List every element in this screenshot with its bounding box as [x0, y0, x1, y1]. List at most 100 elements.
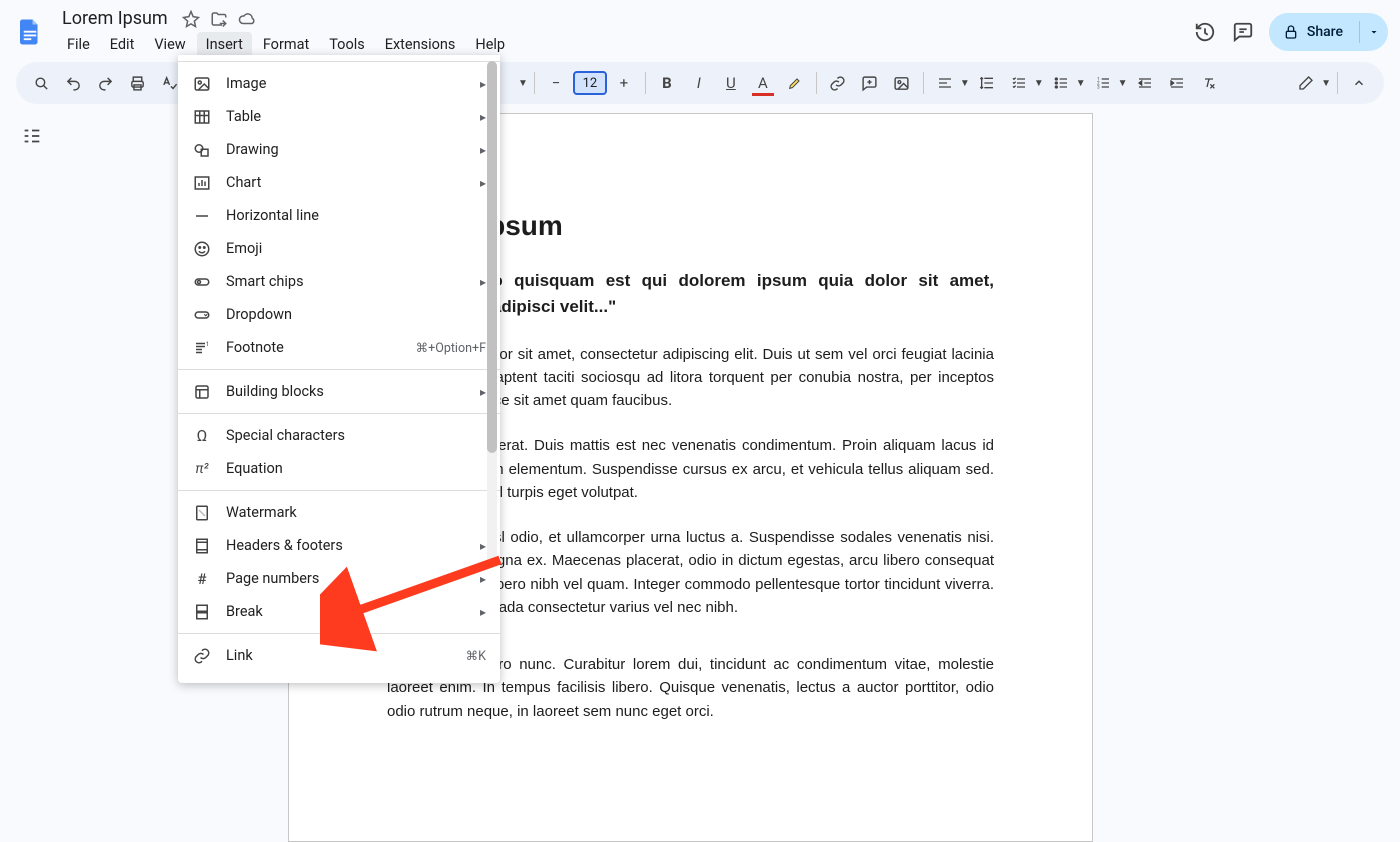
- font-size-decrease-button[interactable]: −: [541, 68, 571, 98]
- increase-indent-button[interactable]: [1162, 68, 1192, 98]
- lock-icon: [1283, 24, 1299, 40]
- separator: [645, 72, 646, 94]
- insert-link-button[interactable]: [823, 68, 853, 98]
- watermark-icon: [192, 503, 212, 523]
- insert-footnote-item[interactable]: 1 Footnote ⌘+Option+F: [178, 331, 500, 364]
- numbered-list-button[interactable]: 123: [1088, 68, 1118, 98]
- share-label: Share: [1307, 24, 1343, 40]
- share-button[interactable]: Share: [1269, 13, 1359, 51]
- separator: [1337, 72, 1338, 94]
- drawing-icon: [192, 140, 212, 160]
- chart-icon: [192, 173, 212, 193]
- caret-down-icon: [1368, 26, 1380, 38]
- print-button[interactable]: [122, 68, 152, 98]
- svg-text:1: 1: [206, 340, 209, 347]
- insert-equation-item[interactable]: π² Equation: [178, 452, 500, 485]
- equation-icon: π²: [192, 459, 212, 479]
- omega-icon: Ω: [192, 426, 212, 446]
- dropdown-scrollbar[interactable]: [487, 61, 497, 563]
- bulleted-list-button[interactable]: [1046, 68, 1076, 98]
- italic-button[interactable]: I: [684, 68, 714, 98]
- add-comment-button[interactable]: [855, 68, 885, 98]
- chevron-right-icon: ▸: [480, 385, 486, 399]
- insert-horizontal-line-item[interactable]: Horizontal line: [178, 199, 500, 232]
- image-icon: [192, 74, 212, 94]
- footnote-icon: 1: [192, 338, 212, 358]
- history-icon[interactable]: [1193, 20, 1217, 44]
- menu-insert[interactable]: Insert: [197, 32, 252, 57]
- caret-down-icon: ▼: [518, 78, 528, 89]
- menu-bar: File Edit View Insert Format Tools Exten…: [58, 32, 1193, 57]
- menu-format[interactable]: Format: [254, 32, 318, 57]
- undo-button[interactable]: [58, 68, 88, 98]
- menu-help[interactable]: Help: [466, 32, 514, 57]
- chevron-right-icon: ▸: [480, 77, 486, 91]
- insert-menu-dropdown: Image▸ Table▸ Drawing▸ Chart▸ Horizontal…: [178, 55, 500, 683]
- share-dropdown-button[interactable]: [1360, 13, 1388, 51]
- link-icon: [192, 646, 212, 666]
- chevron-right-icon: ▸: [480, 539, 486, 553]
- font-size-input[interactable]: 12: [573, 71, 607, 95]
- bold-button[interactable]: B: [652, 68, 682, 98]
- line-spacing-button[interactable]: [972, 68, 1002, 98]
- document-title[interactable]: Lorem Ipsum: [58, 7, 172, 30]
- menu-edit[interactable]: Edit: [101, 32, 144, 57]
- insert-image-item[interactable]: Image▸: [178, 67, 500, 100]
- insert-image-button[interactable]: [887, 68, 917, 98]
- table-icon: [192, 107, 212, 127]
- insert-watermark-item[interactable]: Watermark: [178, 496, 500, 529]
- break-icon: [192, 602, 212, 622]
- insert-table-item[interactable]: Table▸: [178, 100, 500, 133]
- menu-tools[interactable]: Tools: [320, 32, 374, 57]
- insert-emoji-item[interactable]: Emoji: [178, 232, 500, 265]
- chevron-right-icon: ▸: [480, 143, 486, 157]
- insert-chart-item[interactable]: Chart▸: [178, 166, 500, 199]
- chevron-right-icon: ▸: [480, 572, 486, 586]
- cloud-status-icon[interactable]: [238, 10, 256, 28]
- separator: [923, 72, 924, 94]
- font-size-increase-button[interactable]: +: [609, 68, 639, 98]
- emoji-icon: [192, 239, 212, 259]
- highlight-button[interactable]: [780, 68, 810, 98]
- align-button[interactable]: [930, 68, 960, 98]
- insert-building-blocks-item[interactable]: Building blocks▸: [178, 375, 500, 408]
- star-icon[interactable]: [182, 10, 200, 28]
- insert-drawing-item[interactable]: Drawing▸: [178, 133, 500, 166]
- menu-view[interactable]: View: [145, 32, 194, 57]
- insert-break-item[interactable]: Break▸: [178, 595, 500, 628]
- separator: [816, 72, 817, 94]
- insert-dropdown-item[interactable]: Dropdown: [178, 298, 500, 331]
- insert-link-item[interactable]: Link ⌘K: [178, 639, 500, 672]
- building-blocks-icon: [192, 382, 212, 402]
- page-numbers-icon: #: [192, 569, 212, 589]
- horizontal-line-icon: [192, 206, 212, 226]
- shortcut-label: ⌘+Option+F: [416, 340, 486, 356]
- insert-headers-footers-item[interactable]: Headers & footers▸: [178, 529, 500, 562]
- insert-special-characters-item[interactable]: Ω Special characters: [178, 419, 500, 452]
- smart-chips-icon: [192, 272, 212, 292]
- document-outline-button[interactable]: [18, 122, 46, 150]
- search-menus-button[interactable]: [26, 68, 56, 98]
- redo-button[interactable]: [90, 68, 120, 98]
- headers-footers-icon: [192, 536, 212, 556]
- clear-formatting-button[interactable]: [1194, 68, 1224, 98]
- separator: [534, 72, 535, 94]
- insert-page-numbers-item[interactable]: # Page numbers▸: [178, 562, 500, 595]
- insert-smart-chips-item[interactable]: Smart chips▸: [178, 265, 500, 298]
- move-icon[interactable]: [210, 10, 228, 28]
- collapse-toolbar-button[interactable]: [1344, 68, 1374, 98]
- docs-logo[interactable]: [12, 14, 48, 50]
- shortcut-label: ⌘K: [466, 648, 486, 664]
- underline-button[interactable]: U: [716, 68, 746, 98]
- text-color-button[interactable]: A: [748, 68, 778, 98]
- chevron-right-icon: ▸: [480, 176, 486, 190]
- svg-text:3: 3: [1097, 84, 1100, 90]
- chevron-right-icon: ▸: [480, 110, 486, 124]
- menu-extensions[interactable]: Extensions: [376, 32, 465, 57]
- menu-file[interactable]: File: [58, 32, 99, 57]
- checklist-button[interactable]: [1004, 68, 1034, 98]
- decrease-indent-button[interactable]: [1130, 68, 1160, 98]
- comments-icon[interactable]: [1231, 20, 1255, 44]
- dropdown-icon: [192, 305, 212, 325]
- editing-mode-button[interactable]: [1291, 68, 1321, 98]
